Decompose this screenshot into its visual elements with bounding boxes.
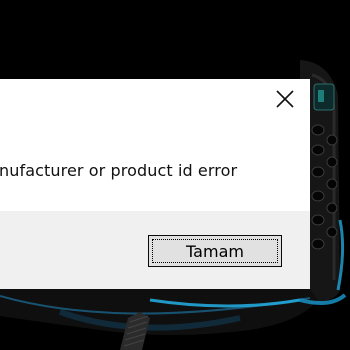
close-icon [276, 90, 294, 108]
close-button[interactable] [270, 85, 300, 113]
ok-button-label: Tamam [186, 241, 244, 261]
error-message: nufacturer or product id error [0, 161, 238, 180]
dialog-body: nufacturer or product id error [0, 79, 310, 211]
desktop: nufacturer or product id error Tamam [0, 0, 350, 350]
error-dialog: nufacturer or product id error Tamam [0, 79, 310, 289]
ok-button[interactable]: Tamam [148, 235, 282, 267]
